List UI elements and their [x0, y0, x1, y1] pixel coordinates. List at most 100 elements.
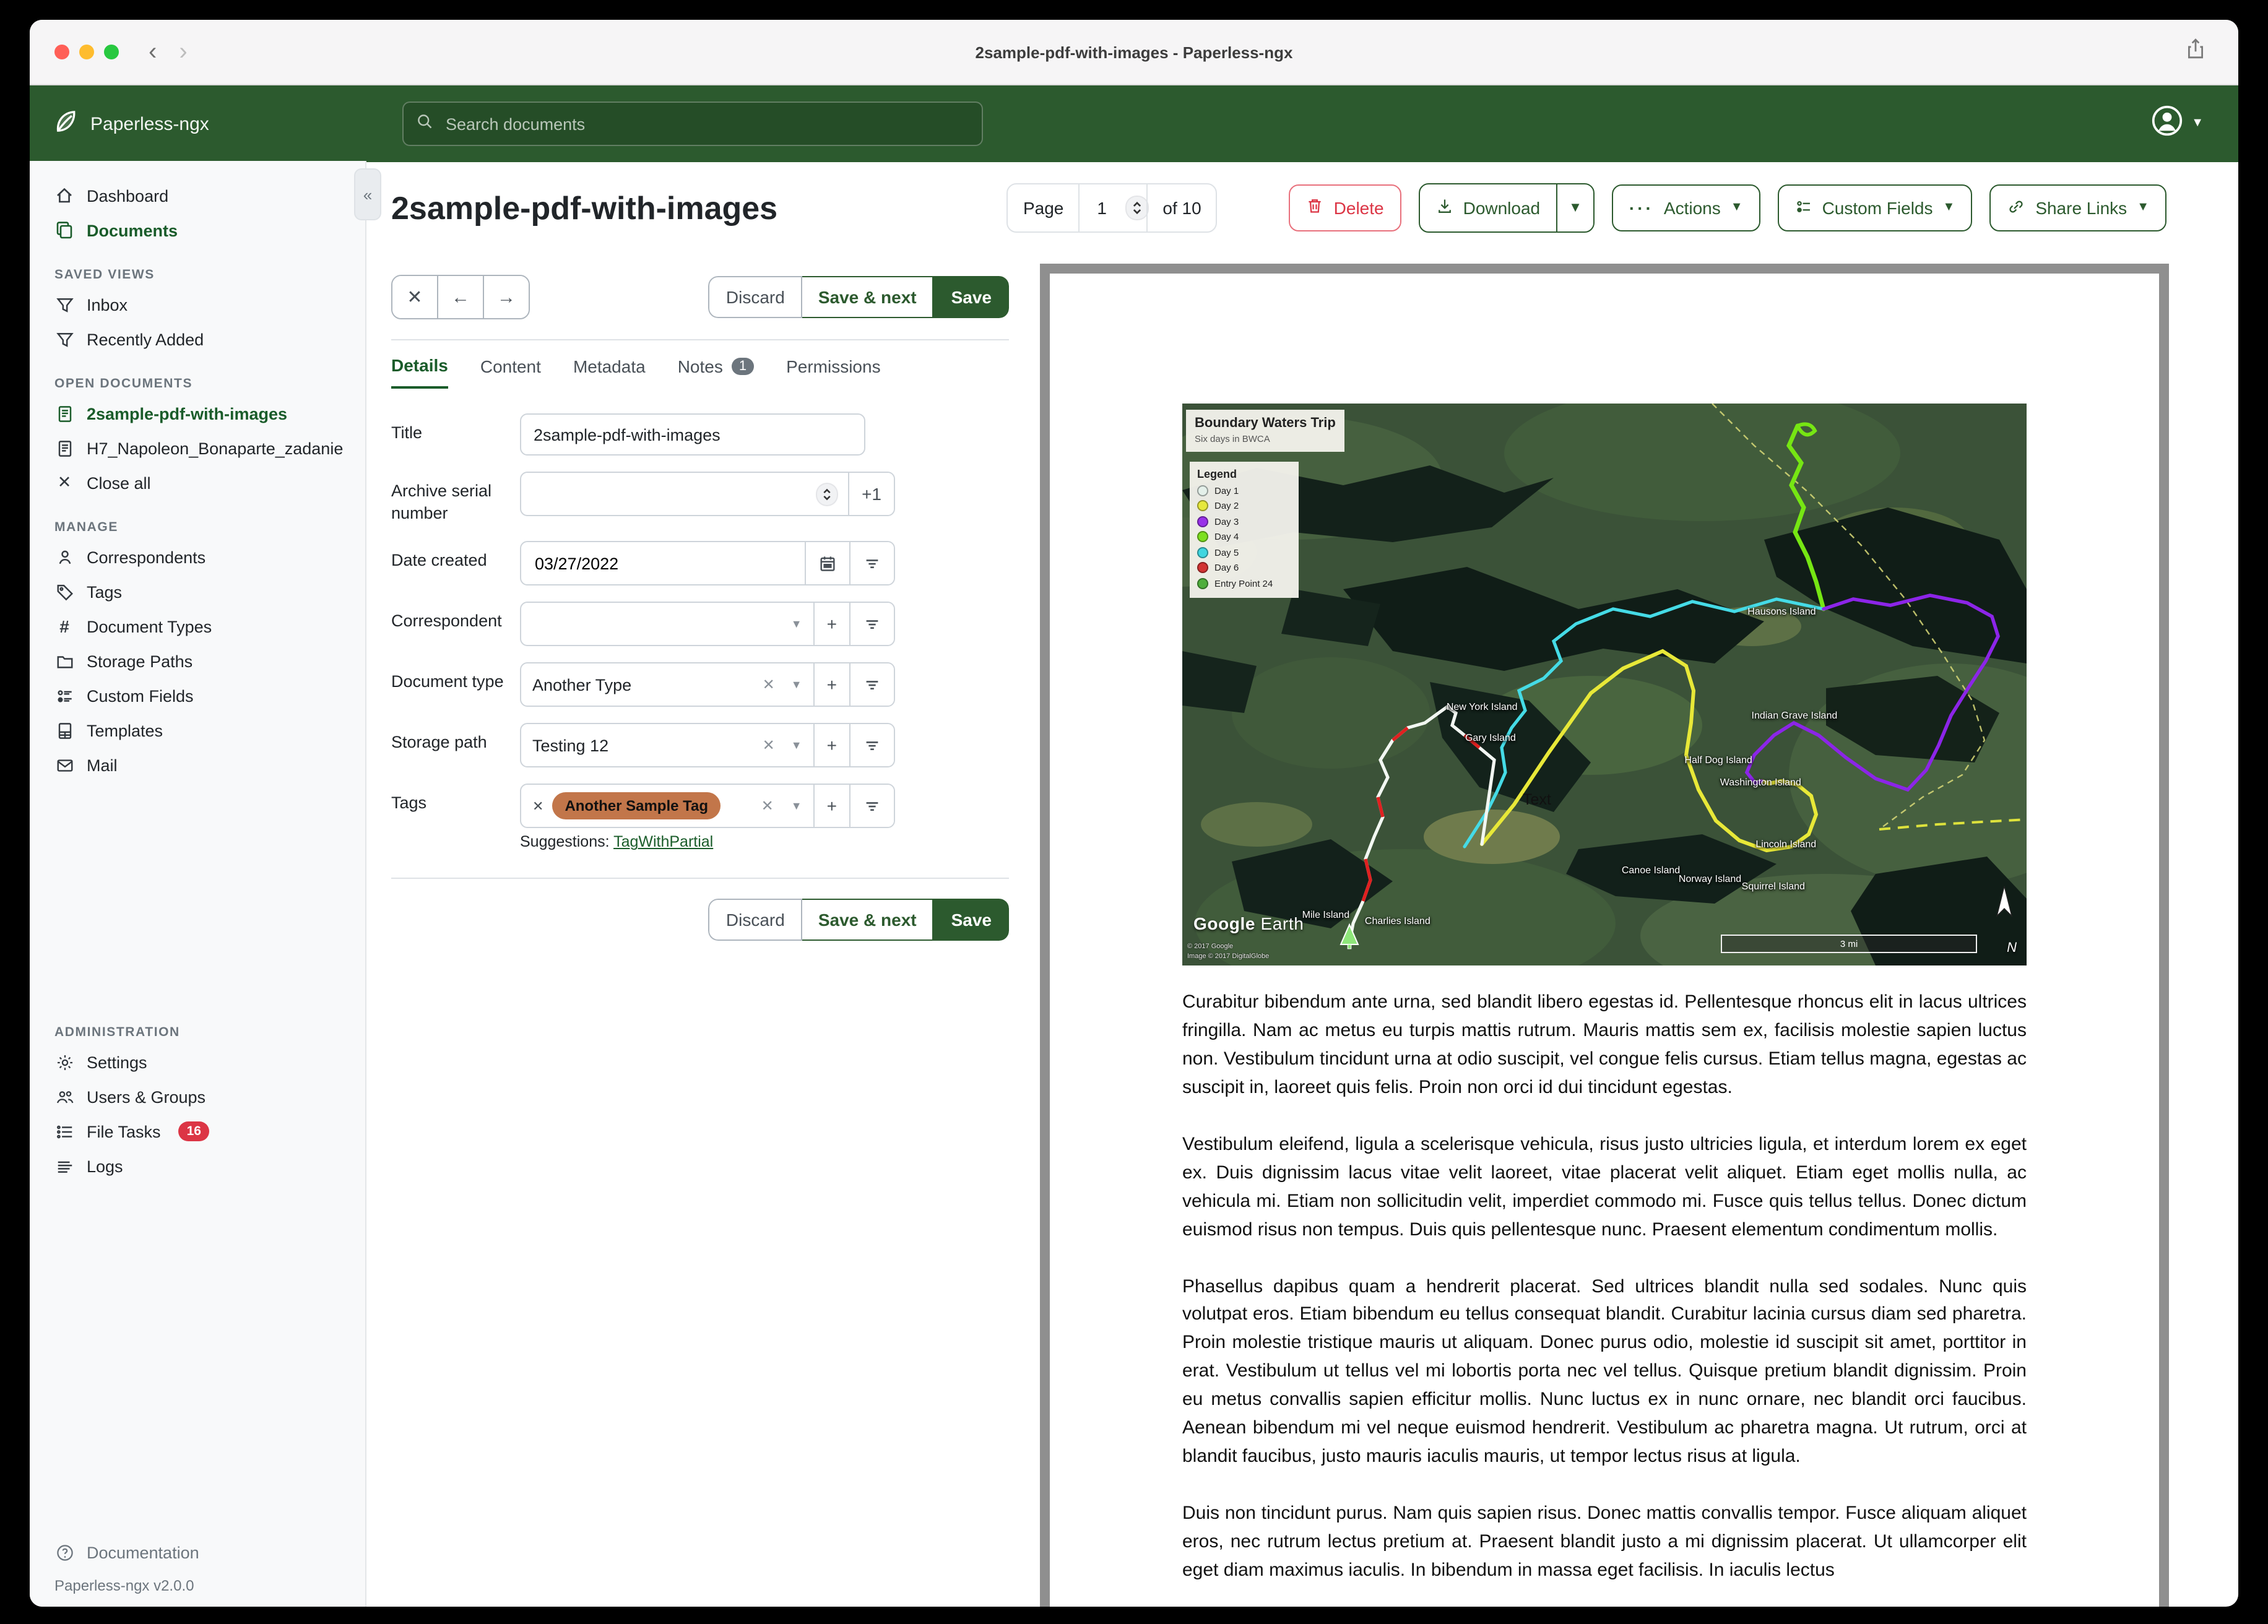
- tab-metadata[interactable]: Metadata: [573, 355, 646, 389]
- minimize-window-button[interactable]: [79, 45, 94, 59]
- actions-button[interactable]: ··· Actions ▼: [1611, 184, 1760, 231]
- date-filter-icon[interactable]: [849, 542, 894, 585]
- sidebar-item-inbox[interactable]: Inbox: [30, 287, 365, 322]
- legend-item: Day 1: [1197, 485, 1291, 496]
- map-label: Squirrel Island: [1741, 881, 1805, 892]
- map-label: New York Island: [1446, 701, 1518, 713]
- correspondent-add-button[interactable]: +: [813, 603, 849, 646]
- sidebar-item-document-types[interactable]: # Document Types: [30, 609, 365, 644]
- document-preview-pane[interactable]: Boundary Waters Trip Six days in BWCA Le…: [1040, 264, 2169, 1607]
- traffic-lights: [54, 20, 119, 84]
- previous-document-button[interactable]: ←: [437, 276, 483, 318]
- save-button[interactable]: Save: [933, 899, 1009, 941]
- storage-path-filter-icon[interactable]: [849, 724, 894, 767]
- brand[interactable]: Paperless-ngx: [30, 107, 366, 140]
- user-menu[interactable]: ▼: [2150, 104, 2204, 144]
- close-window-button[interactable]: [54, 45, 69, 59]
- sidebar-item-recently-added[interactable]: Recently Added: [30, 322, 365, 356]
- tab-content[interactable]: Content: [480, 355, 541, 389]
- browser-forward-icon[interactable]: ›: [179, 38, 187, 66]
- correspondent-filter-icon[interactable]: [849, 603, 894, 646]
- sidebar-item-logs[interactable]: Logs: [30, 1149, 365, 1183]
- search-input[interactable]: [443, 113, 969, 134]
- sidebar-item-correspondents[interactable]: Correspondents: [30, 540, 365, 574]
- date-created-input[interactable]: [532, 553, 794, 574]
- storage-path-select[interactable]: Testing 12 ✕ ▼: [521, 725, 813, 767]
- sidebar-item-templates[interactable]: Templates: [30, 713, 365, 748]
- next-document-button[interactable]: →: [483, 276, 529, 318]
- share-links-button[interactable]: Share Links ▼: [1989, 184, 2166, 231]
- document-type-select[interactable]: Another Type ✕ ▼: [521, 664, 813, 706]
- date-created-group: [520, 541, 895, 586]
- asn-input[interactable]: [532, 483, 810, 504]
- doc-nav-group: ✕ ← →: [391, 275, 530, 319]
- sidebar-collapse-button[interactable]: «: [354, 168, 381, 220]
- save-next-button[interactable]: Save & next: [802, 899, 934, 941]
- tab-notes[interactable]: Notes 1: [678, 355, 755, 389]
- sidebar-item-file-tasks[interactable]: File Tasks 16: [30, 1114, 365, 1149]
- clear-icon[interactable]: ✕: [761, 798, 774, 815]
- suggestion-link[interactable]: TagWithPartial: [613, 834, 713, 851]
- correspondent-select[interactable]: ▼: [521, 603, 813, 646]
- tab-permissions[interactable]: Permissions: [786, 355, 881, 389]
- tags-filter-icon[interactable]: [849, 785, 894, 827]
- page-number-input[interactable]: [1094, 197, 1120, 219]
- browser-back-icon[interactable]: ‹: [149, 38, 157, 66]
- custom-fields-button[interactable]: Custom Fields ▼: [1777, 184, 1973, 231]
- title-input[interactable]: [520, 413, 865, 456]
- save-next-button[interactable]: Save & next: [802, 276, 934, 318]
- paragraph: Phasellus dapibus quam a hendrerit place…: [1182, 1276, 2027, 1467]
- asn-plus-one-button[interactable]: +1: [848, 473, 894, 515]
- tab-details[interactable]: Details: [391, 355, 448, 389]
- discard-button[interactable]: Discard: [708, 276, 802, 318]
- sidebar-item-users-groups[interactable]: Users & Groups: [30, 1079, 365, 1114]
- asn-stepper[interactable]: [817, 483, 838, 504]
- sidebar: Dashboard Documents SAVED VIEWS Inbox Re: [30, 161, 366, 1607]
- clear-icon[interactable]: ✕: [763, 676, 775, 694]
- delete-button[interactable]: Delete: [1289, 184, 1401, 231]
- tag-chip[interactable]: Another Sample Tag: [552, 792, 721, 820]
- sidebar-item-settings[interactable]: Settings: [30, 1045, 365, 1079]
- caret-down-icon: ▼: [1942, 201, 1955, 214]
- map-label: Hausons Island: [1747, 605, 1816, 617]
- document-type-add-button[interactable]: +: [813, 663, 849, 706]
- close-icon: ✕: [57, 473, 72, 491]
- legend-item: Entry Point 24: [1197, 577, 1291, 589]
- tags-select[interactable]: ✕ Another Sample Tag ✕ ▼: [521, 785, 813, 827]
- storage-path-add-button[interactable]: +: [813, 724, 849, 767]
- tags-add-button[interactable]: +: [813, 785, 849, 827]
- remove-tag-icon[interactable]: ✕: [532, 798, 543, 814]
- asn-group: +1: [520, 472, 895, 516]
- sidebar-item-label: Templates: [87, 721, 163, 740]
- sidebar-item-close-all[interactable]: ✕ Close all: [30, 465, 365, 500]
- sidebar-item-storage-paths[interactable]: Storage Paths: [30, 644, 365, 678]
- discard-button[interactable]: Discard: [708, 899, 802, 941]
- zoom-window-button[interactable]: [104, 45, 119, 59]
- tags-group: ✕ Another Sample Tag ✕ ▼ +: [520, 784, 895, 829]
- close-document-button[interactable]: ✕: [392, 276, 437, 318]
- map-scalebar: 3 mi: [1721, 935, 1977, 953]
- sidebar-item-documentation[interactable]: Documentation: [30, 1535, 365, 1570]
- document-type-filter-icon[interactable]: [849, 663, 894, 706]
- clear-icon[interactable]: ✕: [763, 737, 775, 754]
- page-navigator: Page of 10: [1006, 183, 1218, 233]
- titlebar: ‹ › 2sample-pdf-with-images - Paperless-…: [30, 20, 2238, 85]
- sidebar-item-mail[interactable]: Mail: [30, 748, 365, 782]
- hash-icon: #: [59, 616, 69, 636]
- file-text-icon: [54, 438, 74, 458]
- download-button[interactable]: Download: [1420, 184, 1557, 231]
- save-button[interactable]: Save: [933, 276, 1009, 318]
- sidebar-item-custom-fields[interactable]: Custom Fields: [30, 678, 365, 713]
- page-total: of 10: [1146, 184, 1216, 231]
- page-stepper[interactable]: [1127, 197, 1148, 219]
- sidebar-item-open-doc-2[interactable]: H7_Napoleon_Bonaparte_zadanie: [30, 431, 365, 465]
- sidebar-item-dashboard[interactable]: Dashboard: [30, 178, 365, 213]
- sidebar-item-tags[interactable]: Tags: [30, 574, 365, 609]
- custom-fields-icon: [1795, 197, 1812, 218]
- sidebar-item-open-doc-1[interactable]: 2sample-pdf-with-images: [30, 396, 365, 431]
- share-icon[interactable]: [2185, 37, 2206, 67]
- sidebar-item-documents[interactable]: Documents: [30, 213, 365, 248]
- global-search[interactable]: [402, 102, 983, 146]
- calendar-icon[interactable]: [805, 542, 849, 585]
- download-caret-button[interactable]: ▼: [1556, 184, 1593, 231]
